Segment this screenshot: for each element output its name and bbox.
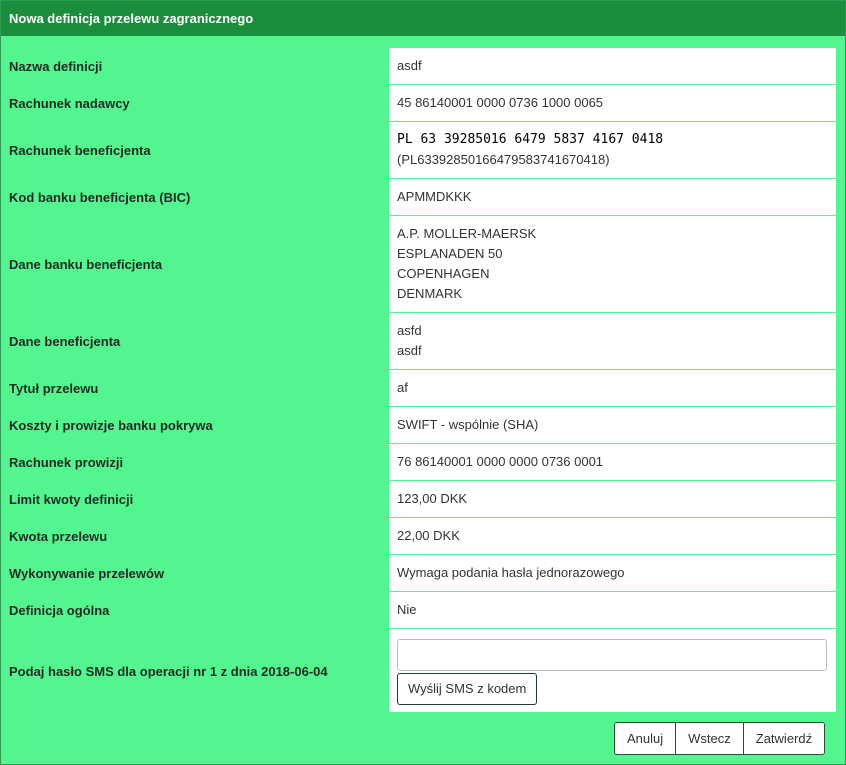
beneficiary-iban-raw: (PL63392850166479583741670418)	[397, 152, 610, 167]
row-value: asfd asdf	[389, 313, 836, 370]
row-label: Tytuł przelewu	[9, 381, 99, 396]
beneficiary-line-2: asdf	[397, 343, 422, 358]
bank-name: A.P. MOLLER-MAERSK	[397, 226, 537, 241]
row-value: Nie	[389, 592, 836, 629]
row-execution-mode: Wykonywanie przelewów Wymaga podania has…	[1, 555, 846, 592]
row-bank-bic: Kod banku beneficjenta (BIC) APMMDKKK	[1, 179, 846, 216]
general-definition-value: Nie	[397, 602, 417, 617]
row-label: Wykonywanie przelewów	[9, 566, 165, 581]
row-value: APMMDKKK	[389, 179, 836, 216]
row-amount-limit: Limit kwoty definicji 123,00 DKK	[1, 481, 846, 518]
row-value: 22,00 DKK	[389, 518, 836, 555]
panel-title: Nowa definicja przelewu zagranicznego	[9, 11, 254, 26]
definition-name-value: asdf	[397, 58, 422, 73]
transfer-amount-value: 22,00 DKK	[397, 528, 460, 543]
back-button[interactable]: Wstecz	[675, 723, 743, 754]
sender-account-value: 45 86140001 0000 0736 1000 0065	[397, 95, 604, 110]
bank-city: COPENHAGEN	[397, 266, 490, 281]
beneficiary-line-1: asfd	[397, 323, 422, 338]
sms-password-label: Podaj hasło SMS dla operacji nr 1 z dnia…	[9, 663, 328, 679]
fee-account-value: 76 86140001 0000 0000 0736 0001	[397, 454, 604, 469]
bic-value: APMMDKKK	[397, 189, 472, 204]
panel-header: Nowa definicja przelewu zagranicznego	[1, 1, 845, 36]
row-bank-details: Dane banku beneficjenta A.P. MOLLER-MAER…	[1, 216, 846, 313]
row-label: Limit kwoty definicji	[9, 492, 134, 507]
bank-country: DENMARK	[397, 286, 463, 301]
row-label: Dane beneficjenta	[9, 334, 121, 349]
row-label: Rachunek prowizji	[9, 455, 124, 470]
row-label: Rachunek beneficjenta	[9, 143, 151, 158]
row-fees-payer: Koszty i prowizje banku pokrywa SWIFT - …	[1, 407, 846, 444]
execution-mode-value: Wymaga podania hasła jednorazowego	[397, 565, 625, 580]
row-value: 76 86140001 0000 0000 0736 0001	[389, 444, 836, 481]
send-sms-button[interactable]: Wyślij SMS z kodem	[397, 672, 538, 705]
row-value: A.P. MOLLER-MAERSK ESPLANADEN 50 COPENHA…	[389, 216, 836, 313]
row-value: af	[389, 370, 836, 407]
row-beneficiary-details: Dane beneficjenta asfd asdf	[1, 313, 846, 370]
cancel-button[interactable]: Anuluj	[615, 723, 676, 754]
row-sender-account: Rachunek nadawcy 45 86140001 0000 0736 1…	[1, 85, 846, 122]
row-label: Kwota przelewu	[9, 529, 108, 544]
confirm-button[interactable]: Zatwierdź	[742, 723, 825, 754]
row-definition-name: Nazwa definicji asdf	[1, 48, 846, 85]
row-fee-account: Rachunek prowizji 76 86140001 0000 0000 …	[1, 444, 846, 481]
transfer-definition-panel: Nowa definicja przelewu zagranicznego Na…	[0, 0, 846, 765]
row-value: Wymaga podania hasła jednorazowego	[389, 555, 836, 592]
row-value: asdf	[389, 48, 836, 85]
sms-password-input[interactable]	[397, 638, 827, 671]
row-general-definition: Definicja ogólna Nie	[1, 592, 846, 629]
row-label: Nazwa definicji	[9, 59, 103, 74]
row-transfer-title: Tytuł przelewu af	[1, 370, 846, 407]
row-beneficiary-account: Rachunek beneficjenta PL 63 39285016 647…	[1, 122, 846, 179]
row-sms-password: Podaj hasło SMS dla operacji nr 1 z dnia…	[1, 629, 846, 713]
beneficiary-iban-formatted: PL 63 39285016 6479 5837 4167 0418	[397, 132, 664, 147]
row-value: PL 63 39285016 6479 5837 4167 0418 (PL63…	[389, 122, 836, 179]
row-value: 123,00 DKK	[389, 481, 836, 518]
row-label: Rachunek nadawcy	[9, 96, 130, 111]
row-label: Definicja ogólna	[9, 603, 110, 618]
row-transfer-amount: Kwota przelewu 22,00 DKK	[1, 518, 846, 555]
row-label: Kod banku beneficjenta (BIC)	[9, 190, 191, 205]
row-label: Koszty i prowizje banku pokrywa	[9, 418, 213, 433]
transfer-title-value: af	[397, 380, 408, 395]
amount-limit-value: 123,00 DKK	[397, 491, 468, 506]
definition-table: Nazwa definicji asdf Rachunek nadawcy 45…	[1, 48, 846, 713]
row-value: SWIFT - wspólnie (SHA)	[389, 407, 836, 444]
fees-payer-value: SWIFT - wspólnie (SHA)	[397, 417, 539, 432]
bank-street: ESPLANADEN 50	[397, 246, 503, 261]
row-value: 45 86140001 0000 0736 1000 0065	[389, 85, 836, 122]
row-label: Dane banku beneficjenta	[9, 257, 163, 272]
row-value: Wyślij SMS z kodem	[389, 629, 836, 713]
action-button-group: Anuluj Wstecz Zatwierdź	[614, 722, 826, 755]
